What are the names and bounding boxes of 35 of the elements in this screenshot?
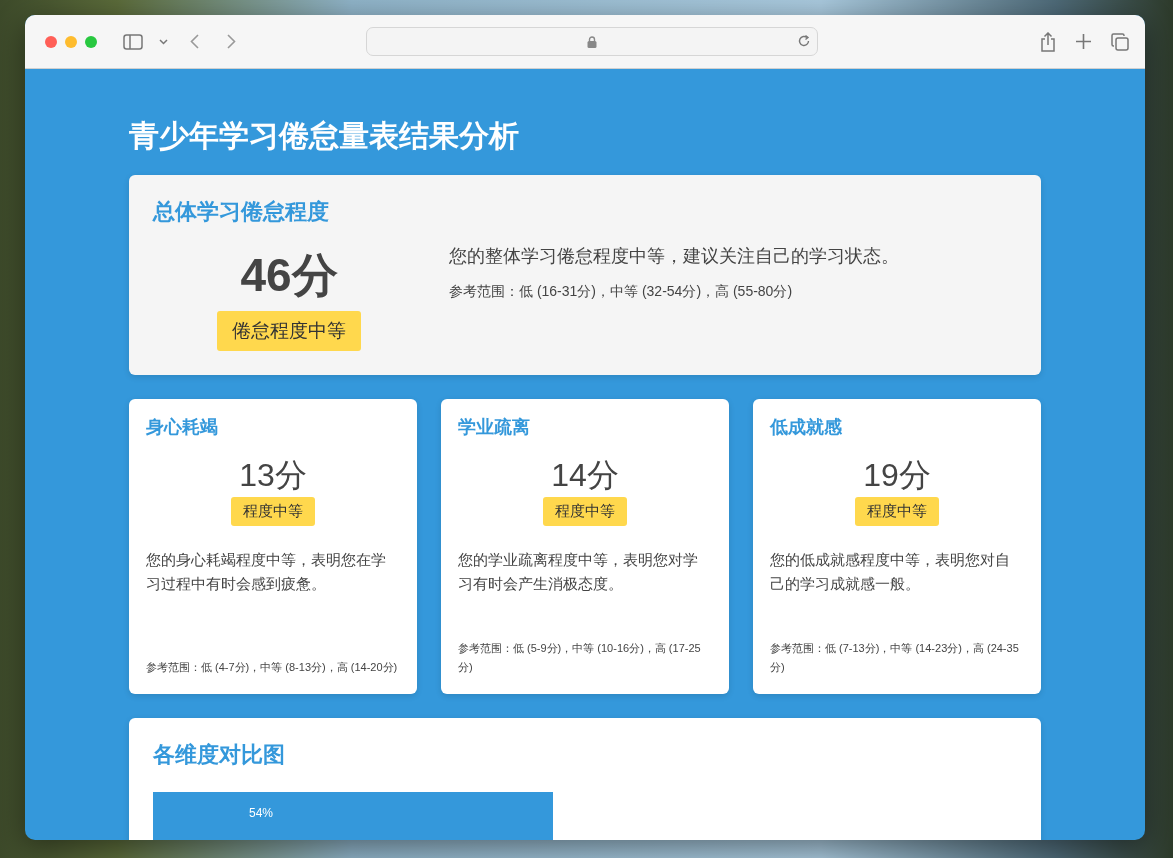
bar-value-label: 54% — [249, 806, 274, 820]
card-heading: 总体学习倦怠程度 — [153, 198, 330, 226]
reference-range: 参考范围：低 (5-9分)，中等 (10-16分)，高 (17-25分) — [458, 641, 702, 675]
reference-range: 参考范围：低 (4-7分)，中等 (8-13分)，高 (14-20分) — [146, 660, 399, 675]
description-text: 您的身心耗竭程度中等，表明您在学习过程中有时会感到疲惫。 — [146, 550, 387, 594]
reference-range: 参考范围：低 (7-13分)，中等 (14-23分)，高 (24-35分) — [770, 641, 1020, 675]
page-title: 青少年学习倦怠量表结果分析 — [129, 118, 520, 154]
reference-range: 参考范围：低 (16-31分)，中等 (32-54分)，高 (55-80分) — [449, 283, 794, 301]
level-badge: 程度中等 — [855, 497, 939, 526]
lock-icon — [587, 35, 597, 48]
back-icon[interactable] — [190, 34, 199, 49]
close-button[interactable] — [45, 35, 57, 48]
description-text: 您的整体学习倦怠程度中等，建议关注自己的学习状态。 — [449, 245, 899, 268]
level-badge: 程度中等 — [543, 497, 627, 526]
card-heading: 学业疏离 — [458, 416, 531, 439]
sidebar-icon[interactable] — [123, 33, 143, 50]
card-heading: 低成就感 — [770, 416, 843, 439]
card-heading: 各维度对比图 — [153, 741, 286, 769]
zoom-button[interactable] — [85, 35, 97, 48]
total-score: 46分 — [240, 248, 338, 303]
description-text: 您的低成就感程度中等，表明您对自己的学习成就感一般。 — [770, 550, 1011, 594]
description-text: 您的学业疏离程度中等，表明您对学习有时会产生消极态度。 — [458, 550, 699, 594]
chevron-down-icon[interactable] — [159, 38, 168, 45]
dimension-score: 14分 — [551, 456, 619, 495]
dimension-score: 13分 — [239, 456, 307, 495]
new-tab-icon[interactable] — [1076, 34, 1091, 49]
share-icon[interactable] — [1040, 31, 1056, 52]
level-badge: 倦怠程度中等 — [217, 311, 361, 351]
tabs-overview-icon[interactable] — [1111, 32, 1129, 51]
reload-icon[interactable] — [797, 34, 811, 48]
level-badge: 程度中等 — [231, 497, 315, 526]
forward-icon[interactable] — [227, 34, 236, 49]
card-heading: 身心耗竭 — [146, 416, 219, 439]
address-field[interactable] — [366, 27, 818, 56]
dimension-score: 19分 — [863, 456, 931, 495]
